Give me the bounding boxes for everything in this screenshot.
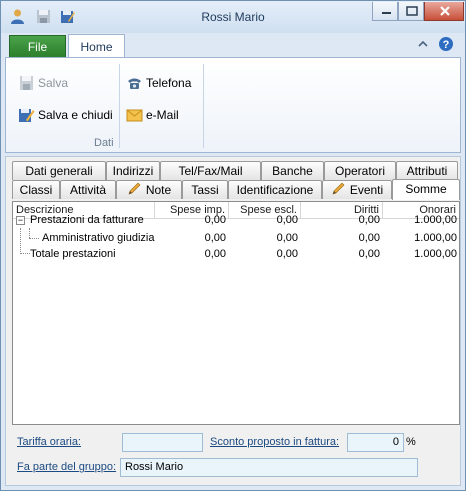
tab-attributi[interactable]: Attributi <box>396 161 458 180</box>
cell-spese-escl: 0,00 <box>276 248 298 260</box>
cell-onorari: 1.000,00 <box>414 214 457 226</box>
telefona-label: Telefona <box>146 76 192 90</box>
tab-note[interactable]: Note <box>116 180 182 199</box>
salva-label: Salva <box>38 76 69 90</box>
collapse-ribbon-icon[interactable] <box>417 38 429 53</box>
close-button[interactable] <box>424 2 464 21</box>
tree-connector <box>29 238 39 239</box>
tree-connector <box>20 253 30 254</box>
tab-strip: Dati generali Indirizzi Tel/Fax/Mail Ban… <box>12 161 460 205</box>
cell-diritti: 0,00 <box>358 232 380 244</box>
tab-dati-generali[interactable]: Dati generali <box>12 161 106 180</box>
cell-onorari: 1.000,00 <box>414 232 457 244</box>
tree-connector <box>20 228 21 252</box>
tab-eventi-label: Eventi <box>349 183 384 197</box>
gruppo-label: Fa parte del gruppo: <box>17 461 117 473</box>
tariffa-label: Tariffa oraria: <box>17 436 81 448</box>
sconto-field[interactable]: 0 <box>347 433 404 452</box>
title-bar: Rossi Mario <box>1 1 465 33</box>
tab-identificazione[interactable]: Identificazione <box>228 180 322 199</box>
collapse-icon[interactable]: − <box>16 216 25 225</box>
cell-spese-imp: 0,00 <box>204 248 226 260</box>
tab-operatori[interactable]: Operatori <box>324 161 396 180</box>
tab-classi[interactable]: Classi <box>12 180 60 199</box>
content-panel: Dati generali Indirizzi Tel/Fax/Mail Ban… <box>5 156 461 486</box>
cell-spese-imp: 0,00 <box>204 232 226 244</box>
tab-somme[interactable]: Somme <box>392 179 460 200</box>
telefona-button[interactable]: Telefona <box>126 72 191 94</box>
sconto-label: Sconto proposto in fattura: <box>210 436 340 448</box>
save-close-icon <box>18 107 35 123</box>
sconto-unit: % <box>406 436 416 448</box>
salva-button[interactable]: Salva <box>18 72 68 94</box>
tab-file[interactable]: File <box>9 35 66 58</box>
cell-diritti: 0,00 <box>358 214 380 226</box>
somme-grid: Descrizione Spese imp. Spese escl. Dirit… <box>12 201 460 425</box>
tab-eventi[interactable]: Eventi <box>322 180 392 199</box>
tab-home[interactable]: Home <box>68 34 125 59</box>
cell-spese-escl: 0,00 <box>276 214 298 226</box>
ribbon-group-label: Dati <box>94 137 114 149</box>
salva-chiudi-label: Salva e chiudi <box>38 108 113 122</box>
svg-text:?: ? <box>443 39 450 51</box>
cell-descrizione: Prestazioni da fatturare <box>30 214 144 226</box>
minimize-button[interactable] <box>372 2 398 21</box>
tab-indirizzi[interactable]: Indirizzi <box>106 161 160 180</box>
tariffa-field[interactable] <box>122 433 203 452</box>
ribbon-home: Salva Salva e chiudi Telefona e-Mail Dat… <box>5 57 461 153</box>
cell-diritti: 0,00 <box>358 248 380 260</box>
tab-tel-fax-mail[interactable]: Tel/Fax/Mail <box>160 161 261 180</box>
maximize-button[interactable] <box>398 2 424 21</box>
tab-attivita[interactable]: Attività <box>60 180 116 199</box>
save-icon <box>18 75 35 91</box>
cell-spese-imp: 0,00 <box>204 214 226 226</box>
email-label: e-Mail <box>146 108 179 122</box>
ribbon-tabs: File Home ? <box>1 33 465 59</box>
tab-banche[interactable]: Banche <box>261 161 324 180</box>
email-button[interactable]: e-Mail <box>126 104 179 126</box>
gruppo-field[interactable]: Rossi Mario <box>120 458 418 477</box>
ribbon-separator <box>203 64 204 148</box>
pencil-icon <box>127 182 142 196</box>
mail-icon <box>126 107 143 123</box>
salva-chiudi-button[interactable]: Salva e chiudi <box>18 104 113 126</box>
tree-connector <box>29 228 30 238</box>
cell-descrizione: Totale prestazioni <box>30 248 116 260</box>
close-icon <box>440 6 450 16</box>
cell-onorari: 1.000,00 <box>414 248 457 260</box>
help-icon[interactable]: ? <box>438 36 454 55</box>
ribbon-separator <box>119 64 120 148</box>
phone-icon <box>126 75 143 91</box>
tab-tassi[interactable]: Tassi <box>182 180 228 199</box>
cell-spese-escl: 0,00 <box>276 232 298 244</box>
tab-note-label: Note <box>145 183 172 197</box>
pencil-icon <box>331 182 346 196</box>
window: Rossi Mario File Home ? Salva Salva e ch… <box>0 0 466 491</box>
cell-descrizione: Amministrativo giudiziale <box>42 232 155 244</box>
